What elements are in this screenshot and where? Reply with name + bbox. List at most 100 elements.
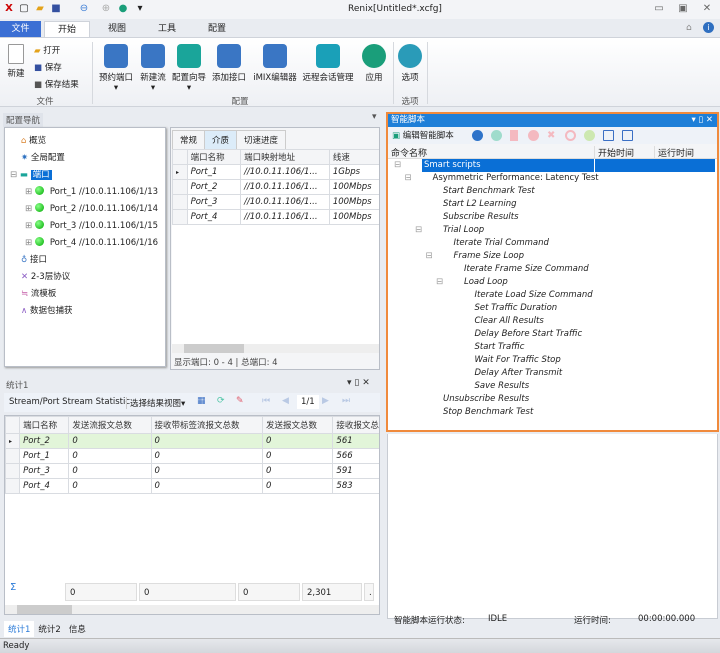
script-tree-node[interactable]: Iterate Trial Command xyxy=(388,237,715,250)
column-header[interactable]: 端口名称 xyxy=(186,149,242,165)
chart-icon[interactable] xyxy=(603,130,614,141)
tab-home[interactable]: 开始 xyxy=(44,21,90,37)
collapse-icon[interactable]: ⊟ xyxy=(394,159,401,172)
nav-item-9[interactable]: ≒ 流模板 xyxy=(21,287,56,301)
expand-icon[interactable]: ⊞ xyxy=(25,238,35,248)
reserve-port-button[interactable]: 预约端口 ▾ xyxy=(97,44,135,93)
script-tree-node[interactable]: Unsubscribe Results xyxy=(388,393,715,406)
script-tree-node[interactable]: Start L2 Learning xyxy=(388,198,715,211)
last-page-icon[interactable]: ⏭ xyxy=(342,396,350,406)
table-row[interactable]: Port_4//10.0.11.106/1...100MbpsDisable xyxy=(172,209,379,225)
nav-item-0[interactable]: ⌂ 概览 xyxy=(21,134,46,148)
column-header[interactable]: 端口映射地址 xyxy=(240,149,330,165)
script-tree-node[interactable]: Save Results xyxy=(388,380,715,393)
open-button[interactable]: ▰ 打开 xyxy=(34,44,60,56)
maximize-button[interactable]: ▣ xyxy=(676,3,690,15)
pause-icon[interactable] xyxy=(510,130,518,141)
tab-config[interactable]: 配置 xyxy=(200,21,234,37)
stop-icon[interactable] xyxy=(528,130,539,141)
expand-icon[interactable]: ⊞ xyxy=(25,221,35,231)
script-tree-node[interactable]: Start Traffic xyxy=(388,341,715,354)
expand-icon[interactable]: ⊞ xyxy=(25,204,35,214)
tab-tools[interactable]: 工具 xyxy=(150,21,184,37)
new-stream-button[interactable]: 新建流 ▾ xyxy=(137,44,169,93)
script-tree-node[interactable]: Subscribe Results xyxy=(388,211,715,224)
nav-port-item[interactable]: ⊞ Port_4 //10.0.11.106/1/16 xyxy=(25,236,158,250)
column-header[interactable]: 接收报文总数 xyxy=(332,416,379,434)
step-run-icon[interactable] xyxy=(491,130,502,141)
panel-controls[interactable]: ▾ ▯ ✕ xyxy=(692,114,713,127)
minimize-button[interactable]: ▭ xyxy=(652,3,666,15)
run-icon[interactable] xyxy=(472,130,483,141)
prev-page-icon[interactable]: ◀ xyxy=(282,396,289,406)
nav-port-item[interactable]: ⊞ Port_1 //10.0.11.106/1/13 xyxy=(25,185,158,199)
collapse-ribbon-icon[interactable]: ⌂ xyxy=(686,23,692,33)
disable-icon[interactable] xyxy=(565,130,576,141)
refresh-icon[interactable]: ⟳ xyxy=(217,396,225,406)
nav-port-item[interactable]: ⊞ Port_3 //10.0.11.106/1/15 xyxy=(25,219,158,233)
horizontal-scrollbar[interactable] xyxy=(172,344,379,353)
script-tree-node[interactable]: ⊟ Trial Loop xyxy=(388,224,715,237)
column-header[interactable]: 发送流报文总数 xyxy=(68,416,152,434)
horizontal-scrollbar[interactable] xyxy=(5,605,379,614)
page-indicator[interactable]: 1/1 xyxy=(297,395,319,409)
collapse-icon[interactable]: ⊟ xyxy=(10,170,20,180)
check-icon[interactable] xyxy=(584,130,595,141)
script-tree-node[interactable]: Iterate Frame Size Command xyxy=(388,263,715,276)
stats-panel-controls[interactable]: ▾ ▯ ✕ xyxy=(347,378,370,388)
script-tree-node[interactable]: ⊟ Frame Size Loop xyxy=(388,250,715,263)
new-button[interactable]: 新建 xyxy=(4,44,28,79)
collapse-icon[interactable]: ⊟ xyxy=(426,250,433,263)
column-header[interactable]: 发送报文总数 xyxy=(261,416,334,434)
table-row[interactable]: Port_30005910 xyxy=(5,463,379,479)
table-row[interactable]: ▸Port_20005610 xyxy=(5,433,379,449)
collapse-icon[interactable]: ⊟ xyxy=(415,224,422,237)
next-page-icon[interactable]: ▶ xyxy=(322,396,329,406)
save-button[interactable]: ■ 保存 xyxy=(34,61,62,73)
tab-bottom-0[interactable]: 统计1 xyxy=(4,621,35,637)
save-results-button[interactable]: ■ 保存结果 xyxy=(34,78,79,90)
select-view-dropdown[interactable]: 选择结果视图▾ xyxy=(126,397,185,409)
script-tree-node[interactable]: Stop Benchmark Test xyxy=(388,406,715,419)
script-tree-node[interactable]: Clear All Results xyxy=(388,315,715,328)
first-page-icon[interactable]: ⏮ xyxy=(262,396,270,406)
edit-view-icon[interactable]: ▦ xyxy=(197,396,206,406)
script-tree-node[interactable]: Delay Before Start Traffic xyxy=(388,328,715,341)
tab-bottom-1[interactable]: 统计2 xyxy=(34,621,64,637)
nav-port-item[interactable]: ⊞ Port_2 //10.0.11.106/1/14 xyxy=(25,202,158,216)
tab-file[interactable]: 文件 xyxy=(0,21,41,37)
delete-icon[interactable]: ✖ xyxy=(547,130,558,141)
column-command-name[interactable]: 命令名称 xyxy=(391,146,427,159)
script-tree-node[interactable]: ⊟ Asymmetric Performance: Latency Test xyxy=(388,172,715,185)
clear-icon[interactable]: ✎ xyxy=(236,396,244,406)
nav-item-1[interactable]: ✷ 全局配置 xyxy=(21,151,65,165)
nav-item-2[interactable]: ⊟ ▬ 端口 xyxy=(10,168,52,182)
table-row[interactable]: Port_10005660 xyxy=(5,448,379,464)
table-row[interactable]: Port_3//10.0.11.106/1...100MbpsDisable xyxy=(172,194,379,210)
script-tree-node[interactable]: Wait For Traffic Stop xyxy=(388,354,715,367)
collapse-icon[interactable]: ⊟ xyxy=(436,276,443,289)
tab-port-0[interactable]: 常规 xyxy=(172,130,206,150)
tab-bottom-2[interactable]: 信息 xyxy=(65,621,90,637)
add-interface-button[interactable]: 添加接口 xyxy=(211,44,247,83)
column-header[interactable]: 接收带标签流报文总数 xyxy=(150,416,264,434)
tab-port-2[interactable]: 切速进度 xyxy=(236,130,287,150)
script-tree-node[interactable]: Delay After Transmit xyxy=(388,367,715,380)
report-icon[interactable] xyxy=(622,130,633,141)
nav-item-8[interactable]: ✕ 2-3层协议 xyxy=(21,270,70,284)
options-button[interactable]: 选项 xyxy=(397,44,423,83)
panel-menu-icon[interactable]: ▾ xyxy=(372,112,377,122)
column-run-time[interactable]: 运行时间 xyxy=(654,146,694,159)
table-row[interactable]: ▸Port_1//10.0.11.106/1...1GbpsDisable xyxy=(172,164,379,180)
nav-item-10[interactable]: ∧ 数据包捕获 xyxy=(21,304,72,318)
script-tree-node[interactable]: ⊟ Smart scripts xyxy=(388,159,715,172)
info-icon[interactable]: i xyxy=(703,22,714,33)
script-tree-node[interactable]: Iterate Load Size Command xyxy=(388,289,715,302)
apply-button[interactable]: 应用 xyxy=(360,44,388,83)
column-start-time[interactable]: 开始时间 xyxy=(594,146,634,159)
script-tree-node[interactable]: Start Benchmark Test xyxy=(388,185,715,198)
tab-port-1[interactable]: 介质 xyxy=(204,130,238,150)
edit-script-button[interactable]: ▣ 编辑智能脚本 xyxy=(392,129,454,141)
remote-session-button[interactable]: 远程会话管理 xyxy=(301,44,355,83)
column-header[interactable]: 线速 xyxy=(328,149,379,165)
